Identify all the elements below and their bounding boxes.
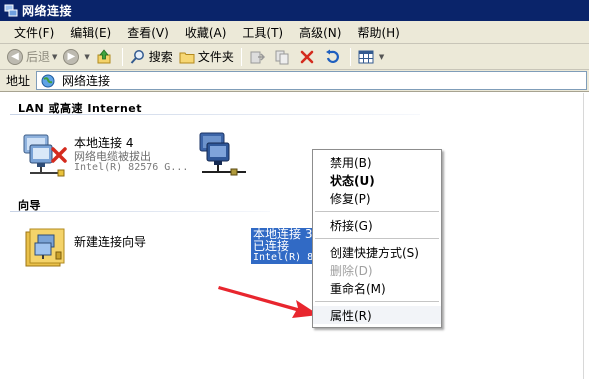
back-label: 后退 <box>26 50 51 64</box>
search-icon <box>130 49 146 65</box>
toolbar-separator <box>349 47 351 66</box>
menu-separator <box>315 238 439 239</box>
local-connection-3-icon[interactable] <box>198 131 250 182</box>
menu-edit[interactable]: 编辑(E) <box>62 24 119 41</box>
undo-button[interactable] <box>321 46 346 68</box>
content-right-border <box>583 93 584 379</box>
forward-button[interactable]: ▶ ▼ <box>60 46 92 68</box>
menu-separator <box>315 301 439 302</box>
move-to-button[interactable] <box>246 46 271 68</box>
delete-x-icon <box>299 49 315 65</box>
menu-item-bridge[interactable]: 桥接(G) <box>313 216 441 234</box>
menu-file[interactable]: 文件(F) <box>6 24 62 41</box>
annotation-arrow-icon <box>218 286 319 318</box>
up-folder-icon <box>96 48 112 65</box>
network-connections-icon <box>4 4 18 18</box>
group-divider <box>10 114 420 115</box>
search-button[interactable]: 搜索 <box>127 46 176 68</box>
copy-to-button[interactable] <box>271 46 296 68</box>
menu-item-status[interactable]: 状态(U) <box>313 171 441 189</box>
menu-item-create-shortcut[interactable]: 创建快捷方式(S) <box>313 243 441 261</box>
menu-view[interactable]: 查看(V) <box>119 24 177 41</box>
new-connection-wizard-icon[interactable] <box>22 226 68 275</box>
back-arrow-icon: ◀ <box>7 48 23 65</box>
views-button[interactable]: ▼ <box>355 46 387 68</box>
menu-item-rename[interactable]: 重命名(M) <box>313 279 441 297</box>
folder-icon <box>179 49 195 65</box>
toolbar-separator <box>240 47 242 66</box>
content-pane: LAN 或高速 Internet 本地连接 4 网络电缆被拔出 Intel(R)… <box>0 93 589 379</box>
menu-item-repair[interactable]: 修复(P) <box>313 189 441 207</box>
menu-item-disable[interactable]: 禁用(B) <box>313 153 441 171</box>
copy-to-icon <box>274 49 290 65</box>
menu-tools[interactable]: 工具(T) <box>234 24 291 41</box>
folders-button[interactable]: 文件夹 <box>176 46 237 68</box>
menu-help[interactable]: 帮助(H) <box>349 24 407 41</box>
delete-button[interactable] <box>296 46 321 68</box>
move-to-icon <box>249 49 265 65</box>
toolbar-separator <box>121 47 123 66</box>
search-label: 搜索 <box>148 50 173 64</box>
undo-icon <box>324 49 340 65</box>
window-title: 网络连接 <box>22 4 73 18</box>
menu-advanced[interactable]: 高级(N) <box>291 24 349 41</box>
menu-bar: 文件(F) 编辑(E) 查看(V) 收藏(A) 工具(T) 高级(N) 帮助(H… <box>0 21 589 44</box>
menu-item-properties[interactable]: 属性(R) <box>313 306 441 324</box>
title-bar: 网络连接 <box>0 0 589 21</box>
up-folder-button[interactable] <box>93 46 118 68</box>
views-grid-icon <box>358 49 374 65</box>
folders-label: 文件夹 <box>197 50 234 64</box>
forward-arrow-icon: ▶ <box>63 48 80 65</box>
back-button[interactable]: ◀ 后退 ▼ <box>4 46 60 68</box>
context-menu: 禁用(B) 状态(U) 修复(P) 桥接(G) 创建快捷方式(S) 删除(D) … <box>312 149 442 328</box>
menu-item-delete: 删除(D) <box>330 263 373 278</box>
toolbar: ◀ 后退 ▼ ▶ ▼ 搜索 文件夹 ▼ <box>0 44 589 70</box>
address-bar: 地址 网络连接 <box>0 70 589 92</box>
local-connection-4-icon[interactable] <box>22 133 70 180</box>
menu-favorites[interactable]: 收藏(A) <box>177 24 235 41</box>
back-dropdown-icon[interactable]: ▼ <box>52 53 57 61</box>
new-connection-wizard-label[interactable]: 新建连接向导 <box>74 233 146 250</box>
views-dropdown-icon[interactable]: ▼ <box>379 53 384 61</box>
address-value: 网络连接 <box>62 74 111 88</box>
network-globe-icon <box>40 73 56 89</box>
forward-dropdown-icon[interactable]: ▼ <box>84 53 89 61</box>
menu-separator <box>315 211 439 212</box>
address-field[interactable]: 网络连接 <box>36 71 587 90</box>
group-divider <box>10 211 270 212</box>
address-label: 地址 <box>6 74 31 88</box>
connection-device: Intel(R) 82576 G... <box>74 162 189 173</box>
